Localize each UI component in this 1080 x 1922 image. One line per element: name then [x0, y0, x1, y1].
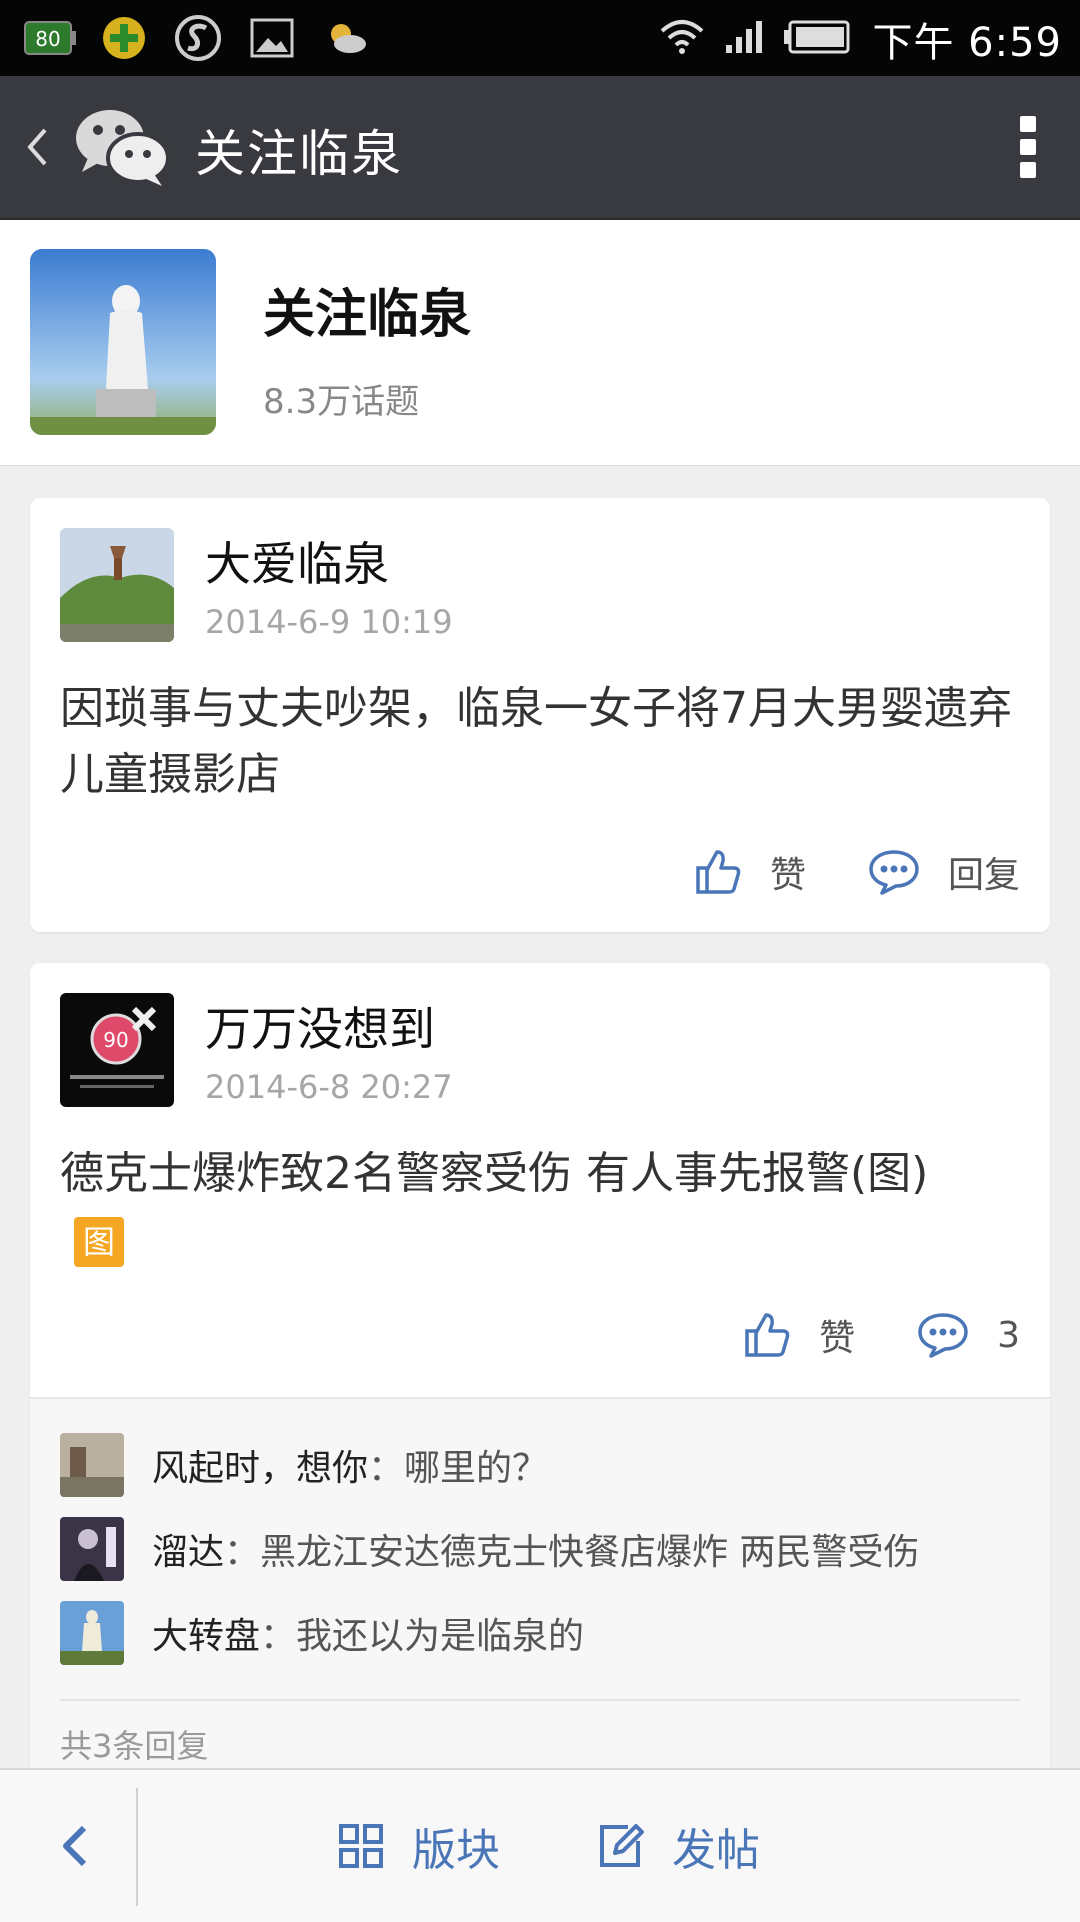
360-security-icon	[98, 14, 150, 62]
reply-avatar[interactable]	[60, 1433, 124, 1497]
post-card[interactable]: 90 万万没想到 2014-6-8 20:27 德克士爆炸致2名警察受伤 有人事…	[30, 963, 1050, 1863]
grid-icon	[339, 1824, 383, 1868]
like-button[interactable]: 赞	[743, 1309, 855, 1361]
page-title: 关注临泉	[195, 125, 403, 183]
author-avatar[interactable]: 90	[60, 993, 174, 1107]
gallery-icon	[246, 14, 298, 62]
post-time: 2014-6-8 20:27	[205, 1068, 453, 1106]
svg-text:90: 90	[103, 1028, 128, 1052]
reply-author[interactable]: 大转盘	[152, 1607, 260, 1659]
signal-icon	[724, 19, 764, 59]
thumbs-up-icon	[745, 1313, 790, 1357]
reply-separator: ：	[224, 1532, 261, 1573]
reply-button[interactable]: 3	[917, 1312, 1020, 1358]
title-bar: 关注临泉	[0, 76, 1080, 220]
like-label: 赞	[769, 855, 806, 896]
s-app-icon	[172, 14, 224, 62]
bottom-bar: 版块 发帖	[0, 1768, 1080, 1922]
topic-count: 8.3万话题	[263, 382, 420, 422]
reply-label: 回复	[947, 855, 1020, 896]
reply-avatar[interactable]	[60, 1517, 124, 1581]
comment-icon	[869, 850, 919, 895]
author-name[interactable]: 大爱临泉	[205, 528, 389, 594]
reply-total[interactable]: 共3条回复	[60, 1721, 208, 1767]
post-card[interactable]: 大爱临泉 2014-6-9 10:19 因琐事与丈夫吵架，临泉一女子将7月大男婴…	[30, 498, 1050, 932]
reply-content: 哪里的？	[404, 1448, 549, 1489]
post-actions: 赞 回复	[694, 846, 1020, 898]
post-text: 德克士爆炸致2名警察受伤 有人事先报警(图)	[60, 1148, 929, 1199]
reply-content: 我还以为是临泉的	[296, 1616, 585, 1657]
reply-count: 3	[997, 1314, 1020, 1356]
back-icon[interactable]	[26, 118, 56, 176]
image-badge: 图	[74, 1217, 124, 1267]
like-label: 赞	[819, 1318, 856, 1359]
post-text[interactable]: 因琐事与丈夫吵架，临泉一女子将7月大男婴遗弃儿童摄影店	[60, 676, 1030, 808]
comment-icon	[918, 1313, 968, 1358]
reply-separator: ：	[260, 1616, 297, 1657]
reply-avatar[interactable]	[60, 1601, 124, 1665]
section-label: 版块	[412, 1825, 500, 1876]
section-button[interactable]: 版块	[338, 1814, 500, 1878]
svg-text:80: 80	[35, 27, 60, 51]
wifi-icon	[660, 19, 704, 59]
post-time: 2014-6-9 10:19	[205, 603, 453, 641]
thumbs-up-icon	[696, 850, 741, 894]
more-icon[interactable]	[1018, 116, 1038, 178]
back-arrow-icon[interactable]	[58, 1822, 98, 1870]
status-time: 下午 6:59	[872, 20, 1062, 66]
weather-icon	[320, 14, 372, 62]
reply-item[interactable]: 风起时，想你：哪里的？	[60, 1433, 548, 1497]
battery-level-icon	[784, 19, 852, 59]
wechat-logo-icon	[74, 106, 170, 188]
reply-divider	[60, 1699, 1020, 1701]
post-actions: 赞 3	[743, 1309, 1020, 1361]
reply-content: 黑龙江安达德克士快餐店爆炸 两民警受伤	[260, 1532, 920, 1573]
like-button[interactable]: 赞	[694, 846, 806, 898]
reply-author[interactable]: 溜达	[152, 1523, 224, 1575]
author-name[interactable]: 万万没想到	[205, 993, 435, 1059]
forum-avatar	[30, 249, 216, 435]
forum-name: 关注临泉	[263, 285, 472, 345]
status-bar: 80 下午 6:59	[0, 0, 1080, 76]
reply-button[interactable]: 回复	[868, 846, 1020, 898]
reply-item[interactable]: 溜达：黑龙江安达德克士快餐店爆炸 两民警受伤	[60, 1517, 919, 1581]
reply-separator: ：	[368, 1448, 405, 1489]
reply-author[interactable]: 风起时，想你	[152, 1439, 368, 1491]
post-text-block[interactable]: 德克士爆炸致2名警察受伤 有人事先报警(图) 图	[60, 1141, 1030, 1273]
edit-icon	[600, 1824, 644, 1867]
battery-icon: 80	[24, 14, 76, 62]
new-post-button[interactable]: 发帖	[598, 1814, 760, 1878]
divider	[136, 1788, 138, 1906]
author-avatar[interactable]	[60, 528, 174, 642]
forum-header: 关注临泉 8.3万话题	[0, 220, 1080, 466]
post-label: 发帖	[672, 1825, 760, 1876]
reply-item[interactable]: 大转盘：我还以为是临泉的	[60, 1601, 584, 1665]
